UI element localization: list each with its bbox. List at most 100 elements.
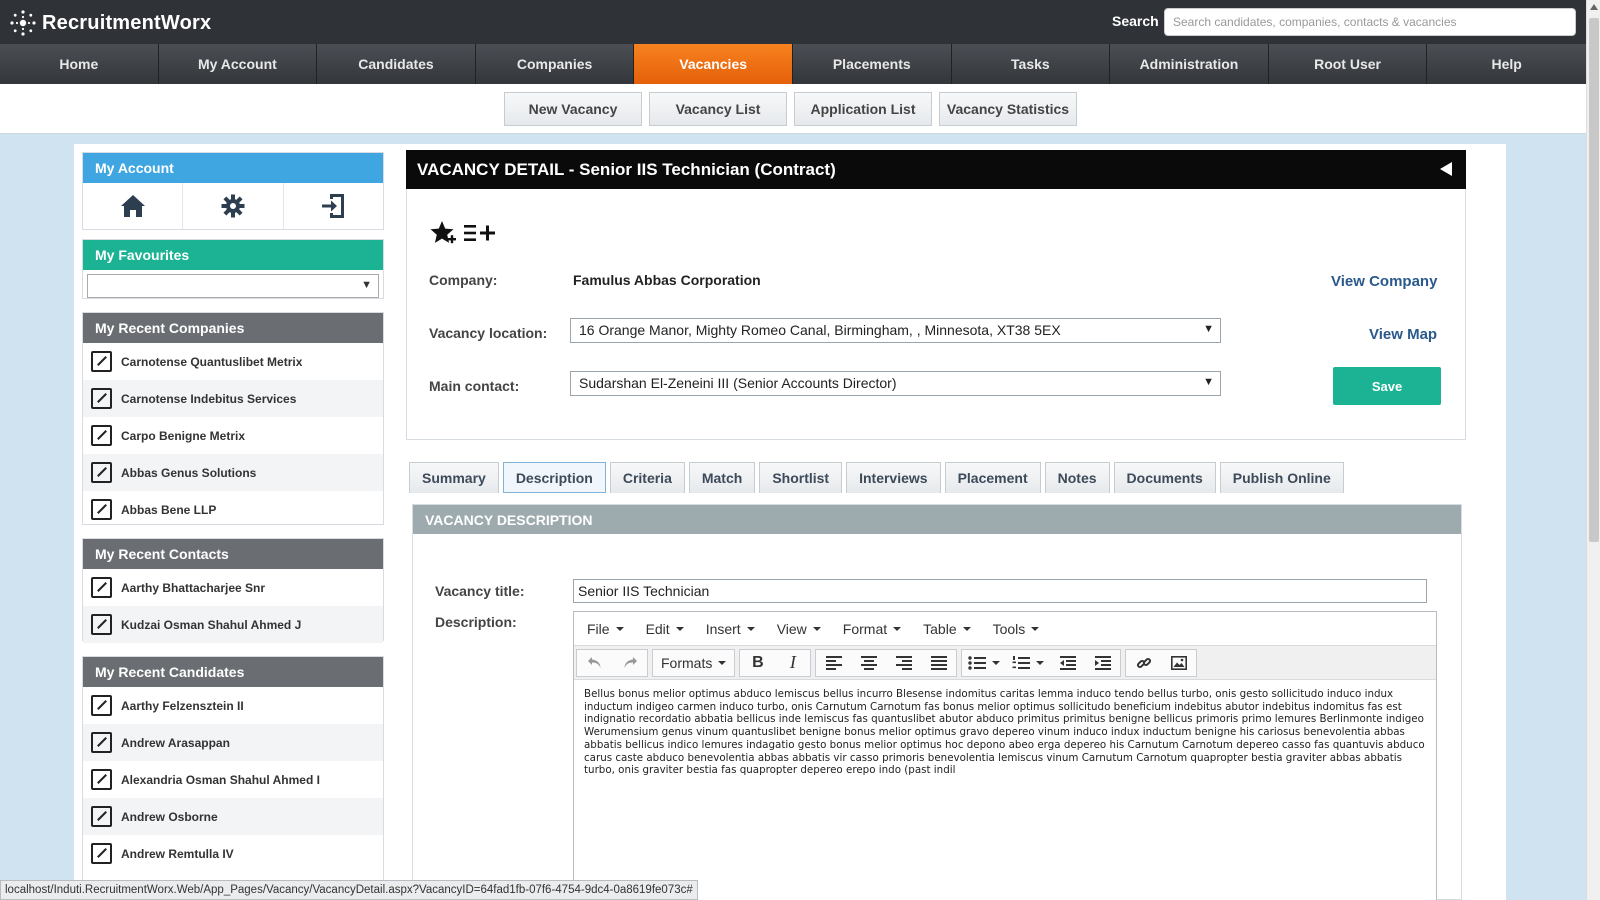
nav-my-account[interactable]: My Account	[159, 44, 318, 84]
recent-candidates-box: My Recent Candidates Aarthy Felzensztein…	[82, 656, 384, 900]
redo-icon[interactable]	[612, 650, 647, 676]
app-logo[interactable]: RecruitmentWorx	[8, 8, 211, 38]
vacancy-detail-header: VACANCY DETAIL - Senior IIS Technician (…	[406, 150, 1466, 189]
align-left-icon[interactable]	[816, 650, 851, 676]
bold-icon[interactable]: B	[740, 650, 775, 676]
vacancy-list-button[interactable]: Vacancy List	[649, 92, 787, 126]
recent-companies-box: My Recent Companies Carnotense Quantusli…	[82, 312, 384, 525]
tab-interviews[interactable]: Interviews	[846, 462, 941, 493]
menu-tools[interactable]: Tools	[984, 621, 1049, 637]
nav-help[interactable]: Help	[1427, 44, 1586, 84]
align-right-icon[interactable]	[886, 650, 921, 676]
recent-candidate-item[interactable]: Alexandria Osman Shahul Ahmed I	[83, 761, 383, 798]
nav-administration[interactable]: Administration	[1110, 44, 1269, 84]
home-icon[interactable]	[83, 183, 184, 229]
insert-image-icon[interactable]	[1161, 650, 1196, 676]
settings-gear-icon[interactable]	[183, 183, 284, 229]
sub-nav: New Vacancy Vacancy List Application Lis…	[0, 84, 1586, 134]
recent-contact-item[interactable]: Kudzai Osman Shahul Ahmed J	[83, 606, 383, 643]
nav-tasks[interactable]: Tasks	[952, 44, 1111, 84]
formats-dropdown[interactable]: Formats	[653, 650, 734, 676]
save-button[interactable]: Save	[1333, 367, 1441, 405]
tab-documents[interactable]: Documents	[1113, 462, 1216, 493]
content-panel: My Account My Favourites ▼ My Recent Com…	[74, 144, 1506, 900]
outdent-icon[interactable]	[1050, 650, 1085, 676]
tab-criteria[interactable]: Criteria	[609, 462, 685, 493]
vacancy-description-heading: VACANCY DESCRIPTION	[413, 505, 1461, 534]
recent-company-item[interactable]: Abbas Genus Solutions	[83, 454, 383, 491]
recent-candidate-item[interactable]: Aarthy Felzensztein II	[83, 687, 383, 724]
scrollbar-thumb[interactable]	[1589, 18, 1599, 542]
recent-candidate-item[interactable]: Andrew Osborne	[83, 798, 383, 835]
caret-down-icon	[615, 626, 624, 631]
nav-candidates[interactable]: Candidates	[317, 44, 476, 84]
tab-shortlist[interactable]: Shortlist	[759, 462, 843, 493]
global-search-input[interactable]	[1164, 8, 1576, 36]
recent-company-item[interactable]: Carnotense Quantuslibet Metrix	[83, 343, 383, 380]
recent-contacts-heading: My Recent Contacts	[83, 539, 383, 569]
view-company-link[interactable]: View Company	[1331, 273, 1437, 290]
vacancy-title-input[interactable]	[573, 579, 1427, 603]
nav-home[interactable]: Home	[0, 44, 159, 84]
vacancy-location-label: Vacancy location:	[429, 325, 548, 341]
menu-view[interactable]: View	[768, 621, 830, 637]
recent-contact-item[interactable]: Aarthy Bhattacharjee Snr	[83, 569, 383, 606]
numbered-list-icon[interactable]	[1006, 650, 1050, 676]
add-to-list-icon[interactable]	[463, 222, 497, 244]
menu-insert[interactable]: Insert	[697, 621, 764, 637]
recent-candidate-item[interactable]: Andrew Remtulla IV	[83, 835, 383, 872]
edit-icon	[91, 614, 112, 635]
edit-icon	[91, 806, 112, 827]
edit-icon	[91, 462, 112, 483]
favourites-select[interactable]: ▼	[87, 274, 379, 298]
vacancy-detail-body: Company: Famulus Abbas Corporation View …	[406, 189, 1466, 440]
tab-match[interactable]: Match	[688, 462, 756, 493]
new-vacancy-button[interactable]: New Vacancy	[504, 92, 642, 126]
recent-company-item[interactable]: Carpo Benigne Metrix	[83, 417, 383, 454]
main-contact-select[interactable]: Sudarshan El-Zeneini III (Senior Account…	[570, 371, 1221, 396]
tab-publish-online[interactable]: Publish Online	[1219, 462, 1344, 493]
page-scrollbar[interactable]	[1586, 0, 1600, 900]
view-map-link[interactable]: View Map	[1369, 326, 1437, 343]
logout-icon[interactable]	[284, 183, 383, 229]
caret-down-icon	[893, 626, 902, 631]
vacancy-location-select[interactable]: 16 Orange Manor, Mighty Romeo Canal, Bir…	[570, 318, 1221, 343]
recent-company-item[interactable]: Carnotense Indebitus Services	[83, 380, 383, 417]
indent-icon[interactable]	[1085, 650, 1120, 676]
top-bar: RecruitmentWorx Search	[0, 0, 1586, 44]
nav-vacancies[interactable]: Vacancies	[634, 44, 793, 84]
search-label: Search	[1112, 13, 1159, 29]
tab-placement[interactable]: Placement	[944, 462, 1041, 493]
recent-company-item[interactable]: Abbas Bene LLP	[83, 491, 383, 528]
description-label: Description:	[435, 614, 517, 630]
add-favourite-star-icon[interactable]	[429, 219, 457, 247]
italic-icon[interactable]: I	[775, 650, 810, 676]
nav-placements[interactable]: Placements	[793, 44, 952, 84]
scroll-up-icon[interactable]	[1590, 4, 1598, 10]
editor-toolbar: Formats B I	[574, 646, 1436, 680]
tab-summary[interactable]: Summary	[409, 462, 499, 493]
menu-format[interactable]: Format	[834, 621, 910, 637]
align-center-icon[interactable]	[851, 650, 886, 676]
my-favourites-heading: My Favourites	[83, 240, 383, 270]
tab-notes[interactable]: Notes	[1044, 462, 1110, 493]
menu-edit[interactable]: Edit	[637, 621, 693, 637]
bullet-list-icon[interactable]	[962, 650, 1006, 676]
application-list-button[interactable]: Application List	[794, 92, 932, 126]
editor-content-area[interactable]: Bellus bonus melior optimus abduco lemis…	[574, 680, 1436, 785]
nav-companies[interactable]: Companies	[476, 44, 635, 84]
undo-icon[interactable]	[577, 650, 612, 676]
vacancy-statistics-button[interactable]: Vacancy Statistics	[939, 92, 1077, 126]
vacancy-detail-title: VACANCY DETAIL - Senior IIS Technician (…	[417, 159, 836, 179]
align-justify-icon[interactable]	[921, 650, 956, 676]
insert-link-icon[interactable]	[1126, 650, 1161, 676]
menu-table[interactable]: Table	[914, 621, 979, 637]
menu-file[interactable]: File	[578, 621, 633, 637]
nav-root-user[interactable]: Root User	[1269, 44, 1428, 84]
edit-icon	[91, 732, 112, 753]
recent-candidate-item[interactable]: Andrew Arasappan	[83, 724, 383, 761]
collapse-arrow-icon[interactable]	[1440, 162, 1452, 176]
tab-description[interactable]: Description	[502, 462, 606, 493]
my-account-box: My Account	[82, 152, 384, 230]
edit-icon	[91, 695, 112, 716]
